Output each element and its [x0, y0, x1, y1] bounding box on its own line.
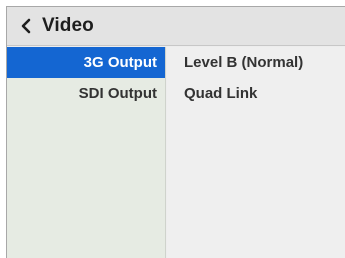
- header-bar: Video: [7, 7, 345, 46]
- setting-sdi-output-value[interactable]: Quad Link: [167, 78, 345, 109]
- page-title: Video: [42, 15, 94, 36]
- settings-labels-column: 3G Output SDI Output: [7, 47, 166, 258]
- setting-sdi-output-label[interactable]: SDI Output: [7, 78, 165, 109]
- setting-3g-output-value[interactable]: Level B (Normal): [167, 47, 345, 78]
- chevron-left-icon[interactable]: [20, 18, 32, 34]
- setting-3g-output-label[interactable]: 3G Output: [7, 47, 165, 78]
- settings-values-column: Level B (Normal) Quad Link: [167, 47, 345, 258]
- settings-panel: Video 3G Output SDI Output Level B (Norm…: [6, 6, 345, 258]
